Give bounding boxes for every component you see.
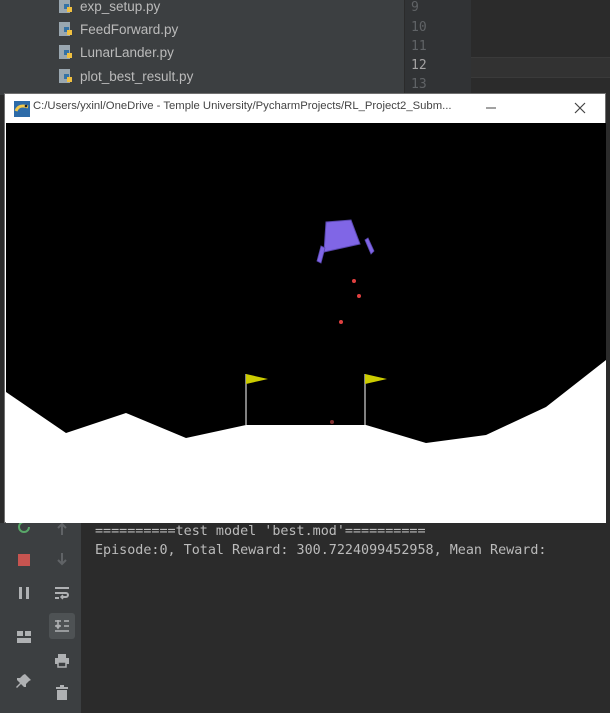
run-toolbar <box>0 521 45 713</box>
pygame-window: C:/Users/yxinl/OneDrive - Temple Univers… <box>4 93 606 523</box>
close-button[interactable] <box>568 96 592 120</box>
file-item-feedforward[interactable]: FeedForward.py <box>58 18 178 40</box>
file-name: plot_best_result.py <box>80 68 194 84</box>
file-item-exp-setup[interactable]: exp_setup.py <box>58 0 160 17</box>
caret-row-highlight <box>471 57 610 78</box>
minimize-button[interactable] <box>479 96 503 120</box>
pin-icon[interactable] <box>11 668 37 694</box>
python-file-icon <box>58 0 75 15</box>
run-toolbar-secondary <box>44 522 82 713</box>
python-file-icon <box>58 21 75 38</box>
file-item-plot-best-result[interactable]: plot_best_result.py <box>58 65 193 87</box>
code-editor[interactable] <box>471 0 610 95</box>
editor-gutter: 9 10 11 12 13 <box>404 0 471 95</box>
project-tree: exp_setup.py FeedForward.py LunarLander.… <box>0 0 404 95</box>
window-title: C:/Users/yxinl/OneDrive - Temple Univers… <box>33 100 452 112</box>
line-number: 11 <box>411 39 427 54</box>
line-number: 13 <box>411 77 427 92</box>
pygame-snake-icon <box>14 101 30 117</box>
file-name: LunarLander.py <box>80 44 174 60</box>
current-line-number: 12 <box>411 58 427 73</box>
console-line: ==========test model 'best.mod'=========… <box>95 524 426 539</box>
file-item-lunarlander[interactable]: LunarLander.py <box>58 41 174 63</box>
python-file-icon <box>58 68 75 85</box>
line-number: 9 <box>411 0 419 15</box>
layout-icon[interactable] <box>11 624 37 650</box>
pause-icon[interactable] <box>11 580 37 606</box>
run-console[interactable]: ==========test model 'best.mod'=========… <box>82 523 610 713</box>
python-file-icon <box>58 44 75 61</box>
stop-icon[interactable] <box>11 547 37 573</box>
line-number: 10 <box>411 20 427 35</box>
scroll-to-end-icon[interactable] <box>49 613 75 639</box>
trash-icon[interactable] <box>49 680 75 706</box>
window-title-bar[interactable]: C:/Users/yxinl/OneDrive - Temple Univers… <box>5 94 605 123</box>
soft-wrap-icon[interactable] <box>49 580 75 606</box>
down-arrow-icon[interactable] <box>49 546 75 572</box>
print-icon[interactable] <box>49 647 75 673</box>
file-name: exp_setup.py <box>80 0 161 14</box>
console-line: Episode:0, Total Reward: 300.72240994529… <box>95 543 547 558</box>
file-name: FeedForward.py <box>80 21 179 37</box>
lunar-lander-canvas <box>6 123 606 523</box>
